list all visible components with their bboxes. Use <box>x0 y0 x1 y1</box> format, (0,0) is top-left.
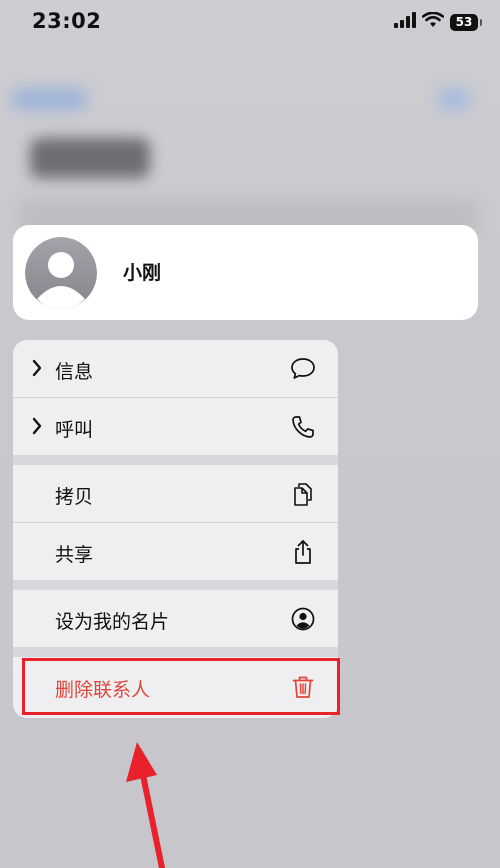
chevron-right-icon <box>31 416 43 440</box>
phone-icon <box>290 414 316 440</box>
blurred-back-link <box>12 88 87 110</box>
menu-item-message[interactable]: 信息 <box>13 340 338 397</box>
status-time: 23:02 <box>32 9 102 33</box>
status-icons: 53 <box>394 11 482 32</box>
share-icon <box>290 539 316 565</box>
wifi-icon <box>421 11 445 32</box>
blurred-page-title <box>30 138 150 178</box>
menu-group-divider <box>13 455 338 465</box>
message-bubble-icon <box>290 356 316 382</box>
menu-item-label: 设为我的名片 <box>55 611 170 633</box>
menu-item-label: 共享 <box>55 544 94 566</box>
menu-item-set-my-card[interactable]: 设为我的名片 <box>13 590 338 647</box>
battery-icon: 53 <box>450 13 482 31</box>
menu-item-share[interactable]: 共享 <box>13 523 338 580</box>
menu-item-call[interactable]: 呼叫 <box>13 398 338 455</box>
cellular-signal-icon <box>394 12 416 32</box>
blurred-add-button <box>438 88 470 110</box>
avatar <box>25 237 97 309</box>
battery-level: 53 <box>455 15 473 29</box>
menu-group-divider <box>13 580 338 590</box>
person-circle-icon <box>290 606 316 632</box>
menu-group-divider <box>13 647 338 657</box>
menu-item-label: 拷贝 <box>55 486 94 508</box>
contact-preview-card[interactable]: 小刚 <box>13 225 478 320</box>
contact-name: 小刚 <box>123 262 162 284</box>
menu-item-label: 呼叫 <box>55 419 94 441</box>
menu-item-copy[interactable]: 拷贝 <box>13 465 338 522</box>
menu-item-label: 信息 <box>55 361 94 383</box>
status-bar: 23:02 53 <box>0 0 500 44</box>
annotation-highlight-box <box>22 658 340 715</box>
chevron-right-icon <box>31 358 43 382</box>
copy-icon <box>290 481 316 507</box>
